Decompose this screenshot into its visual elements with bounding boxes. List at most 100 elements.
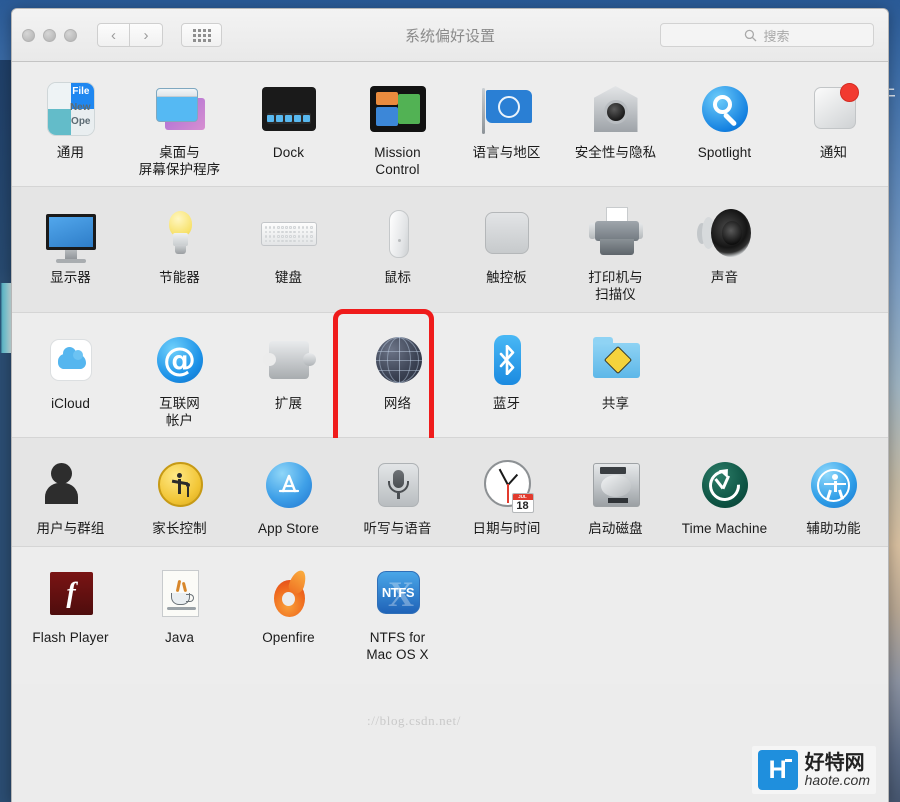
icloud-icon — [42, 331, 100, 389]
pref-item-startup-disk[interactable]: 启动磁盘 — [561, 452, 670, 538]
pref-item-accessibility[interactable]: 辅助功能 — [779, 452, 888, 538]
watermark-blog-url: ://blog.csdn.net/ — [367, 712, 461, 728]
pref-label: 通用 — [56, 145, 85, 160]
haote-text-block: 好特网 haote.com — [805, 752, 870, 788]
general-icon: File New Ope — [42, 80, 100, 138]
pref-item-openfire[interactable]: Openfire — [234, 561, 343, 647]
pref-label: 启动磁盘 — [588, 521, 643, 537]
pref-item-trackpad[interactable]: 触控板 — [452, 201, 561, 287]
pref-label: 显示器 — [50, 270, 91, 286]
navigation-buttons: ‹ › — [97, 23, 163, 47]
pref-label: Spotlight — [697, 145, 752, 160]
pref-item-icloud[interactable]: iCloud — [16, 327, 125, 413]
pref-item-desktop-screensaver[interactable]: 桌面与 屏幕保护程序 — [125, 76, 234, 178]
search-placeholder: 搜索 — [763, 28, 790, 44]
pref-row-system: 用户与群组 家长控制 App Store 听写与语音 JUL 18 日期与时间 … — [12, 438, 888, 548]
language-region-icon — [478, 80, 536, 138]
pref-item-language-region[interactable]: 语言与地区 — [452, 76, 561, 162]
spotlight-icon — [696, 80, 754, 138]
pref-item-mouse[interactable]: 鼠标 — [343, 201, 452, 287]
pref-label: 打印机与 扫描仪 — [588, 270, 643, 303]
appstore-glyph — [278, 475, 299, 493]
pref-label: 辅助功能 — [806, 521, 861, 537]
pref-item-printers-scanners[interactable]: 打印机与 扫描仪 — [561, 201, 670, 303]
openfire-icon — [260, 565, 318, 623]
pref-label: iCloud — [51, 395, 90, 411]
pref-label: 网络 — [383, 395, 412, 411]
pref-label: 声音 — [710, 270, 739, 286]
energy-saver-icon — [151, 205, 209, 263]
pref-item-sound[interactable]: 声音 — [670, 201, 779, 287]
pref-item-users-groups[interactable]: 用户与群组 — [16, 452, 125, 538]
desktop-background-window-teal — [0, 283, 11, 353]
desktop-screensaver-icon — [151, 80, 209, 138]
close-button[interactable] — [22, 28, 35, 42]
pref-item-extensions[interactable]: 扩展 — [234, 327, 343, 413]
pref-item-keyboard[interactable]: 键盘 — [234, 201, 343, 287]
pref-item-general[interactable]: File New Ope 通用 — [16, 76, 125, 162]
keyboard-icon — [260, 205, 318, 263]
date-time-icon: JUL 18 — [478, 456, 536, 514]
parental-controls-icon — [151, 456, 209, 514]
minimize-button[interactable] — [43, 28, 56, 42]
users-groups-icon — [42, 456, 100, 514]
pref-label: 互联网 帐户 — [159, 395, 200, 428]
pref-item-time-machine[interactable]: Time Machine — [670, 452, 779, 538]
pref-item-security-privacy[interactable]: 安全性与隐私 — [561, 76, 670, 162]
time-machine-icon — [696, 456, 754, 514]
sound-icon — [696, 205, 754, 263]
pref-item-internet-accounts[interactable]: @ 互联网 帐户 — [125, 327, 234, 429]
system-preferences-window: ‹ › 系统偏好设置 搜索 File New Ope 通用 桌面与 屏幕保护程序… — [11, 8, 889, 802]
pref-label: 蓝牙 — [492, 395, 521, 411]
pref-item-displays[interactable]: 显示器 — [16, 201, 125, 287]
pref-item-parental-controls[interactable]: 家长控制 — [125, 452, 234, 538]
pref-label: 听写与语音 — [363, 521, 432, 537]
pref-row-hardware: 显示器 节能器 键盘 鼠标 触控板 打印机与 扫描仪 声音 — [12, 187, 888, 313]
pref-label: 用户与群组 — [36, 521, 105, 537]
displays-icon — [42, 205, 100, 264]
notification-badge — [839, 83, 859, 102]
back-button[interactable]: ‹ — [97, 23, 130, 47]
forward-button[interactable]: › — [130, 23, 163, 47]
pref-item-mission-control[interactable]: Mission Control — [343, 76, 452, 178]
show-all-button[interactable] — [181, 23, 222, 47]
pref-item-spotlight[interactable]: Spotlight — [670, 76, 779, 162]
haote-brand-en: haote.com — [804, 772, 870, 789]
startup-disk-icon — [587, 456, 645, 514]
pref-item-notifications[interactable]: 通知 — [779, 76, 888, 162]
pref-item-app-store[interactable]: App Store — [234, 452, 343, 538]
pref-label: NTFS for Mac OS X — [366, 630, 429, 662]
pref-label: 日期与时间 — [472, 521, 541, 537]
sharing-icon — [587, 331, 645, 389]
pref-item-bluetooth[interactable]: 蓝牙 — [452, 327, 561, 413]
network-icon — [369, 331, 427, 389]
pref-label: 语言与地区 — [472, 145, 541, 160]
pref-item-date-time[interactable]: JUL 18 日期与时间 — [452, 452, 561, 538]
security-privacy-icon — [587, 80, 645, 138]
flash-player-icon: f — [42, 565, 100, 623]
grid-icon — [192, 28, 211, 42]
zoom-button[interactable] — [64, 28, 77, 42]
accessibility-icon — [805, 456, 863, 514]
pref-item-dictation-speech[interactable]: 听写与语音 — [343, 452, 452, 538]
pref-row-other: f Flash Player Java Openfire X NTFS NTFS… — [12, 547, 888, 684]
search-input[interactable]: 搜索 — [660, 23, 874, 47]
pref-label: App Store — [258, 521, 319, 537]
printers-scanners-icon — [587, 205, 645, 263]
pref-item-java[interactable]: Java — [125, 561, 234, 647]
trackpad-icon — [478, 205, 536, 263]
notifications-icon — [805, 80, 863, 138]
pref-label: 扩展 — [274, 395, 303, 411]
pref-label: 家长控制 — [152, 521, 207, 537]
pref-item-dock[interactable]: Dock — [234, 76, 343, 162]
pref-item-ntfs-for-mac[interactable]: X NTFS NTFS for Mac OS X — [343, 561, 452, 663]
traffic-light-group — [22, 28, 77, 42]
pref-item-flash-player[interactable]: f Flash Player — [16, 561, 125, 647]
haote-badge-icon: H — [757, 750, 798, 790]
extensions-icon — [260, 331, 318, 389]
pref-item-energy-saver[interactable]: 节能器 — [125, 201, 234, 287]
pref-label: Dock — [272, 145, 305, 160]
pref-item-network[interactable]: 网络 — [343, 327, 452, 413]
pref-item-sharing[interactable]: 共享 — [561, 327, 670, 413]
search-icon — [745, 29, 757, 41]
